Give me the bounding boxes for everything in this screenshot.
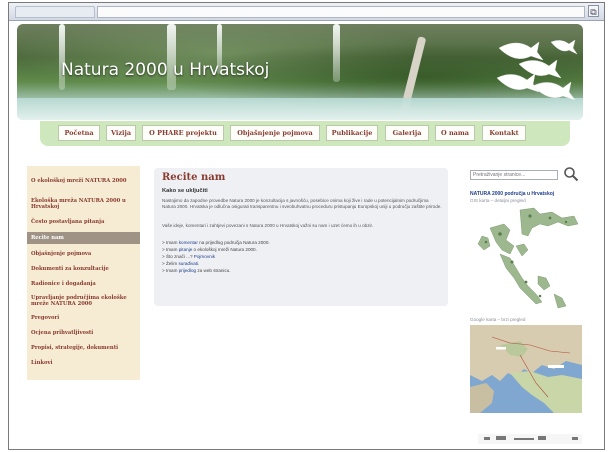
nav-item-phare[interactable]: O PHARE projektu [142, 125, 224, 141]
sidebar-item-pregovori[interactable]: Pregovori [31, 315, 137, 321]
page-icon[interactable]: ⧉ [588, 5, 599, 17]
waterfall-decoration [333, 24, 340, 82]
sidebar-item-recite-nam[interactable]: Recite nam [31, 235, 137, 241]
croatia-gis-map[interactable] [470, 206, 582, 312]
ideas-paragraph: Vaše ideje, komentari i zahtjevi povezan… [162, 223, 374, 228]
site-title: Natura 2000 u Hrvatskoj [61, 60, 270, 80]
sidebar-item-dokumenti[interactable]: Dokumenti za konzultacije [31, 266, 137, 272]
sidebar-item-mreza-hrvatska[interactable]: Ekološka mreža NATURA 2000 u Hrvatskoj [31, 198, 137, 210]
nav-item-o-nama[interactable]: O nama [435, 125, 475, 141]
intro-paragraph: Nastojimo da zapodne provedbe Natura 200… [162, 198, 442, 209]
main-content: Recite nam Kako se uključiti Nastojimo d… [154, 168, 448, 306]
nav-item-objasnjenje[interactable]: Objašnjenje pojmova [230, 125, 320, 141]
browser-toolbar: ⧉ [9, 3, 604, 21]
sidebar-menu: O ekološkoj mreži NATURA 2000 Ekološka m… [27, 166, 140, 380]
google-map-link[interactable]: Google karta – brzi pregled [470, 317, 525, 322]
sidebar-item-pojmovi[interactable]: Objašnjenje pojmova [31, 251, 137, 257]
line-text: na prijedlog područja Natura 2000. [197, 240, 270, 245]
sidebar-item-faq[interactable]: Često postavljana pitanja [31, 219, 137, 225]
address-bar[interactable] [97, 6, 585, 18]
magnifier-icon[interactable] [563, 166, 579, 182]
line-text: > Želim [162, 261, 179, 266]
sidebar-item-radionice[interactable]: Radionice i događanja [31, 281, 137, 287]
main-navigation: Početna Vizija O PHARE projektu Objašnje… [40, 121, 570, 146]
sidebar-item-upravljanje[interactable]: Upravljanje područjima ekološke mreže NA… [31, 295, 137, 307]
list-item: > Želim surađivati. [162, 261, 199, 266]
google-map[interactable] [470, 325, 582, 413]
sidebar-item-natura-2000[interactable]: O ekološkoj mreži NATURA 2000 [31, 178, 137, 184]
map-title: NATURA 2000 područja u Hrvatskoj [470, 191, 555, 197]
nav-item-galerija[interactable]: Galerija [385, 125, 429, 141]
line-text: . [198, 261, 200, 266]
prijedlog-link[interactable]: prijedlog [179, 268, 196, 273]
pojmovnik-link[interactable]: Pojmovnik [194, 254, 215, 259]
search-input[interactable] [470, 170, 558, 180]
list-item: > Imam komentar na prijedlog područja Na… [162, 240, 270, 245]
fish-logo-icon [496, 39, 578, 101]
line-text: > Imam [162, 247, 179, 252]
section-subtitle: Kako se uključiti [162, 188, 208, 194]
line-text: > Što znači ...? [162, 254, 194, 259]
nav-item-vizija[interactable]: Vizija [106, 125, 136, 141]
header-banner: Natura 2000 u Hrvatskoj [17, 24, 583, 120]
waterfall-decoration [167, 24, 176, 90]
nav-item-kontakt[interactable]: Kontakt [482, 125, 526, 141]
gis-map-link[interactable]: GIS karta – detaljni pregled [470, 198, 526, 203]
list-item: > Što znači ...? Pojmovnik [162, 254, 215, 259]
sidebar-item-ocjena[interactable]: Ocjena prihvatljivosti [31, 330, 137, 336]
browser-tab[interactable] [15, 6, 95, 18]
page-title: Recite nam [162, 172, 226, 183]
suradivati-link[interactable]: surađivati [178, 261, 198, 266]
sidebar-item-linkovi[interactable]: Linkovi [31, 360, 137, 366]
sidebar-item-propisi[interactable]: Propisi, strategije, dokumenti [31, 345, 137, 351]
list-item: > Imam pitanje o ekološkoj mreži Natura … [162, 247, 257, 252]
nav-item-pocetna[interactable]: Početna [58, 125, 100, 141]
nav-item-publikacije[interactable]: Publikacije [326, 125, 378, 141]
line-text: > Imam [162, 240, 179, 245]
pitanje-link[interactable]: pitanje [179, 247, 193, 252]
line-text: o ekološkoj mreži Natura 2000. [192, 247, 257, 252]
line-text: > Imam [162, 268, 179, 273]
line-text: za web stranicu. [196, 268, 231, 273]
list-item: > Imam prijedlog za web stranicu. [162, 268, 231, 273]
waterfall-decoration [59, 24, 65, 90]
image-strip [478, 434, 582, 444]
komentar-link[interactable]: komentar [179, 240, 198, 245]
